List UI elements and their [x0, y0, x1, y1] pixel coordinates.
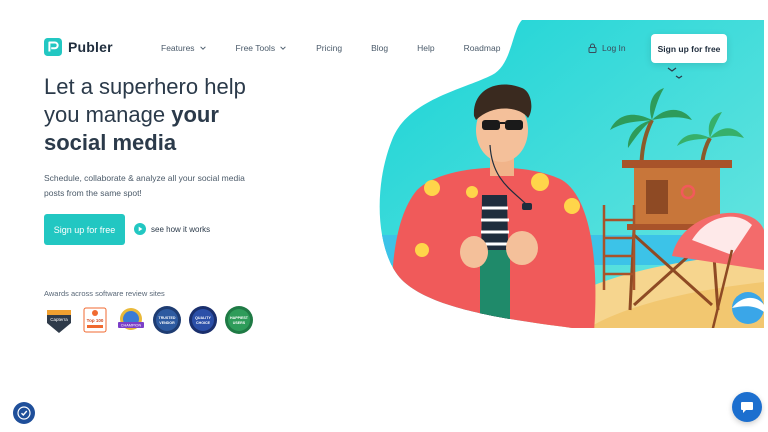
nav-item-pricing[interactable]: Pricing — [316, 43, 342, 53]
svg-text:TRUSTED: TRUSTED — [159, 316, 176, 320]
chat-button[interactable] — [732, 392, 762, 422]
nav-item-label: Blog — [371, 43, 389, 53]
nav-item-roadmap[interactable]: Roadmap — [464, 43, 501, 53]
happiest-users-badge: HAPPIEST USERS — [225, 306, 253, 334]
nav-signup-button[interactable]: Sign up for free — [651, 34, 727, 63]
nav-item-blog[interactable]: Blog — [371, 43, 388, 53]
nav-item-features[interactable]: Features — [161, 43, 206, 53]
svg-text:CHAMPION: CHAMPION — [121, 324, 142, 328]
hero-title-line2: you manage — [44, 102, 172, 127]
awards-label: Awards across software review sites — [44, 289, 165, 298]
nav-item-label: Free Tools — [235, 43, 276, 53]
svg-text:CHOICE: CHOICE — [196, 321, 211, 325]
nav-item-label: Features — [161, 43, 195, 53]
quality-choice-badge: QUALITY CHOICE — [189, 306, 217, 334]
svg-text:Capterra: Capterra — [50, 317, 68, 322]
chevron-down-icon — [199, 46, 206, 50]
trusted-vendor-badge: TRUSTED VENDOR — [153, 306, 181, 334]
see-how-label: see how it works — [151, 224, 211, 234]
publer-logo[interactable]: Publer — [44, 38, 113, 56]
chat-icon — [741, 401, 753, 413]
nav-item-free-tools[interactable]: Free Tools — [236, 43, 287, 53]
see-how-it-works-link[interactable]: see how it works — [134, 223, 210, 235]
hero-title-line3: social media — [44, 130, 177, 155]
top100-badge: Top 100 — [83, 307, 107, 333]
hero-subtitle: Schedule, collaborate & analyze all your… — [44, 173, 245, 198]
hero-signup-button[interactable]: Sign up for free — [44, 214, 125, 245]
main-menu: Features Free Tools Pricing Blog Help Ro… — [161, 43, 500, 53]
svg-text:QUALITY: QUALITY — [195, 316, 211, 320]
svg-text:Top 100: Top 100 — [87, 318, 104, 323]
brand-name: Publer — [68, 39, 113, 55]
capterra-shortlist-badge: Capterra — [47, 310, 71, 333]
top-navigation: Publer Features Free Tools Pricing Blog … — [0, 0, 768, 96]
accessibility-button[interactable] — [13, 402, 35, 424]
login-label: Log In — [602, 43, 626, 53]
login-link[interactable]: Log In — [588, 43, 626, 53]
nav-item-label: Help — [417, 43, 435, 53]
accessibility-icon — [17, 406, 31, 420]
champion-badge: CHAMPION — [118, 308, 144, 330]
nav-item-label: Roadmap — [463, 43, 501, 53]
lock-icon — [588, 43, 597, 53]
awards-badges: Capterra Top 100 CHAMPION TRUSTED VENDOR… — [44, 305, 254, 335]
nav-item-help[interactable]: Help — [417, 43, 434, 53]
svg-text:VENDOR: VENDOR — [159, 321, 175, 325]
svg-text:HAPPIEST: HAPPIEST — [230, 316, 249, 320]
play-icon — [134, 223, 146, 235]
hero-title-emphasis: your — [171, 102, 219, 127]
chevron-down-icon — [280, 46, 286, 50]
publer-logo-icon — [44, 38, 62, 56]
nav-item-label: Pricing — [316, 43, 343, 53]
svg-text:USERS: USERS — [233, 321, 246, 325]
